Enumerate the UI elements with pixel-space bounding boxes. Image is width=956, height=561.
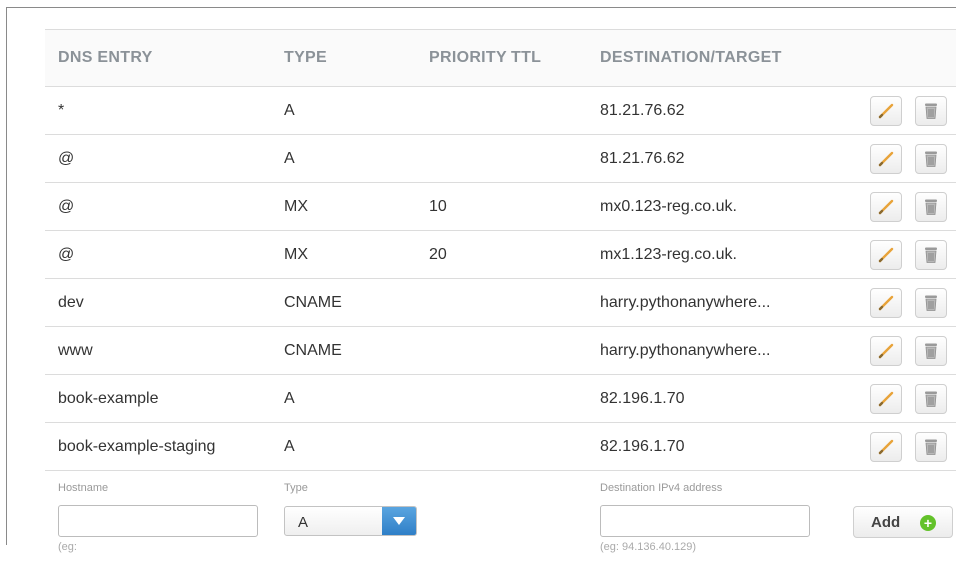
- cell-dns-entry: *: [58, 102, 65, 119]
- header-ttl: TTL: [511, 49, 542, 66]
- cell-dns-entry: @: [58, 198, 75, 215]
- edit-record-button[interactable]: [870, 192, 902, 222]
- cell-dns-entry: dev: [58, 294, 84, 311]
- pencil-icon: [877, 150, 895, 168]
- trash-icon: [923, 438, 939, 456]
- cell-destination: 82.196.1.70: [600, 438, 685, 455]
- trash-icon: [923, 390, 939, 408]
- plus-circle-icon: +: [920, 515, 936, 531]
- pencil-icon: [877, 342, 895, 360]
- hostname-hint: (eg:: [58, 541, 77, 553]
- pencil-icon: [877, 198, 895, 216]
- cell-type: A: [284, 390, 295, 407]
- header-dns-entry: DNS ENTRY: [58, 49, 153, 66]
- trash-icon: [923, 342, 939, 360]
- table-row: book-example-staging A 82.196.1.70: [45, 423, 956, 471]
- pencil-icon: [877, 390, 895, 408]
- type-select[interactable]: A: [284, 506, 417, 536]
- delete-record-button[interactable]: [915, 432, 947, 462]
- table-row: @ MX 20 mx1.123-reg.co.uk.: [45, 231, 956, 279]
- table-row: * A 81.21.76.62: [45, 87, 956, 135]
- chevron-down-icon[interactable]: [382, 507, 416, 535]
- edit-record-button[interactable]: [870, 432, 902, 462]
- trash-icon: [923, 150, 939, 168]
- cell-type: CNAME: [284, 294, 342, 311]
- dns-records-table: DNS ENTRY TYPE PRIORITY TTL DESTINATION/…: [45, 29, 956, 561]
- delete-record-button[interactable]: [915, 288, 947, 318]
- window-frame-left: [6, 7, 7, 545]
- edit-record-button[interactable]: [870, 288, 902, 318]
- table-row: @ A 81.21.76.62: [45, 135, 956, 183]
- delete-record-button[interactable]: [915, 240, 947, 270]
- cell-type: A: [284, 150, 295, 167]
- delete-record-button[interactable]: [915, 96, 947, 126]
- trash-icon: [923, 294, 939, 312]
- table-row: www CNAME harry.pythonanywhere...: [45, 327, 956, 375]
- table-row: @ MX 10 mx0.123-reg.co.uk.: [45, 183, 956, 231]
- window-frame-top: [6, 7, 956, 8]
- trash-icon: [923, 102, 939, 120]
- add-record-button[interactable]: Add +: [853, 506, 953, 538]
- trash-icon: [923, 198, 939, 216]
- cell-type: A: [284, 102, 295, 119]
- trash-icon: [923, 246, 939, 264]
- cell-type: CNAME: [284, 342, 342, 359]
- cell-type: MX: [284, 198, 308, 215]
- delete-record-button[interactable]: [915, 336, 947, 366]
- header-priority: PRIORITY: [429, 49, 507, 66]
- cell-destination: 81.21.76.62: [600, 150, 685, 167]
- edit-record-button[interactable]: [870, 96, 902, 126]
- type-select-value: A: [298, 514, 309, 531]
- cell-type: A: [284, 438, 295, 455]
- header-type: TYPE: [284, 49, 327, 66]
- delete-record-button[interactable]: [915, 144, 947, 174]
- hostname-label: Hostname: [58, 482, 109, 494]
- delete-record-button[interactable]: [915, 192, 947, 222]
- cell-destination: mx1.123-reg.co.uk.: [600, 246, 737, 263]
- destination-label: Destination IPv4 address: [600, 482, 723, 494]
- cell-dns-entry: @: [58, 150, 75, 167]
- pencil-icon: [877, 438, 895, 456]
- cell-priority: 10: [429, 198, 447, 215]
- cell-destination: harry.pythonanywhere...: [600, 342, 771, 359]
- edit-record-button[interactable]: [870, 144, 902, 174]
- cell-destination: harry.pythonanywhere...: [600, 294, 771, 311]
- cell-dns-entry: book-example-staging: [58, 438, 216, 455]
- pencil-icon: [877, 294, 895, 312]
- hostname-input[interactable]: [58, 505, 258, 537]
- edit-record-button[interactable]: [870, 384, 902, 414]
- pencil-icon: [877, 246, 895, 264]
- cell-type: MX: [284, 246, 308, 263]
- add-button-label: Add: [871, 514, 901, 531]
- cell-destination: 81.21.76.62: [600, 102, 685, 119]
- cell-destination: mx0.123-reg.co.uk.: [600, 198, 737, 215]
- table-header: DNS ENTRY TYPE PRIORITY TTL DESTINATION/…: [45, 29, 956, 87]
- add-record-form: Hostname (eg: Type A Destination IPv4 ad…: [45, 471, 956, 561]
- destination-hint: (eg: 94.136.40.129): [600, 541, 697, 553]
- pencil-icon: [877, 102, 895, 120]
- cell-priority: 20: [429, 246, 447, 263]
- cell-destination: 82.196.1.70: [600, 390, 685, 407]
- destination-input[interactable]: [600, 505, 810, 537]
- table-row: dev CNAME harry.pythonanywhere...: [45, 279, 956, 327]
- cell-dns-entry: @: [58, 246, 75, 263]
- header-destination: DESTINATION/TARGET: [600, 49, 782, 66]
- table-row: book-example A 82.196.1.70: [45, 375, 956, 423]
- delete-record-button[interactable]: [915, 384, 947, 414]
- cell-dns-entry: www: [58, 342, 93, 359]
- edit-record-button[interactable]: [870, 240, 902, 270]
- table-body: * A 81.21.76.62 @ A 81.21.76.62 @ MX 10 mx0.123-r…: [45, 87, 956, 471]
- cell-dns-entry: book-example: [58, 390, 159, 407]
- type-label: Type: [284, 482, 308, 494]
- edit-record-button[interactable]: [870, 336, 902, 366]
